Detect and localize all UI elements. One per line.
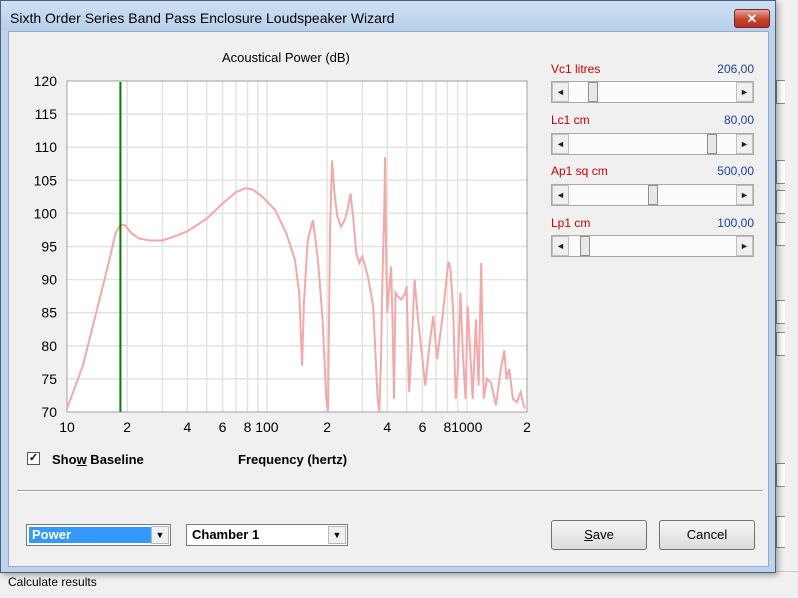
slider-thumb[interactable] — [579, 236, 590, 256]
param-value-vc1: 206,00 — [717, 62, 754, 76]
y-tick-label: 80 — [41, 338, 57, 354]
chamber-select-value: Chamber 1 — [192, 527, 260, 542]
x-tick-label: 100 — [255, 419, 279, 435]
y-tick-label: 90 — [41, 272, 57, 288]
slider-thumb[interactable] — [587, 82, 598, 102]
x-tick-label: 6 — [419, 419, 427, 435]
slider-lc1[interactable]: ◄ ► — [551, 133, 754, 155]
param-value-lc1: 80,00 — [723, 113, 754, 127]
chamber-select[interactable]: Chamber 1 ▼ — [186, 524, 348, 546]
y-tick-label: 75 — [41, 371, 57, 387]
y-tick-label: 70 — [41, 404, 57, 420]
y-tick-label: 120 — [34, 73, 58, 89]
label-part: Sho — [52, 452, 77, 467]
arrow-left-icon[interactable]: ◄ — [552, 185, 569, 205]
checkbox-box[interactable]: ✓ — [27, 452, 40, 465]
param-label-ap1: Ap1 sq cm — [551, 164, 608, 178]
x-tick-label: 6 — [219, 419, 227, 435]
close-button[interactable]: ✕ — [734, 9, 770, 28]
divider — [17, 490, 763, 492]
x-tick-label: 2 — [123, 419, 131, 435]
background-button — [776, 516, 785, 548]
y-tick-label: 85 — [41, 305, 57, 321]
check-icon: ✓ — [28, 452, 39, 464]
param-value-ap1: 500,00 — [717, 164, 754, 178]
x-tick-label: 4 — [183, 419, 191, 435]
x-tick-label: 2 — [523, 419, 531, 435]
x-tick-label: 8 — [244, 419, 252, 435]
slider-lp1[interactable]: ◄ ► — [551, 235, 754, 257]
x-tick-label: 10 — [59, 419, 75, 435]
status-text: Calculate results — [8, 575, 97, 589]
arrow-left-icon[interactable]: ◄ — [552, 134, 569, 154]
x-tick-label: 2 — [323, 419, 331, 435]
background-field — [776, 160, 785, 184]
show-baseline-label: Show Baseline — [52, 452, 144, 467]
close-icon: ✕ — [746, 11, 758, 26]
param-label-lp1: Lp1 cm — [551, 216, 591, 230]
background-field — [776, 332, 785, 356]
param-label-lc1: Lc1 cm — [551, 113, 590, 127]
arrow-left-icon[interactable]: ◄ — [552, 236, 569, 256]
save-button[interactable]: Save — [551, 520, 647, 550]
y-tick-label: 105 — [34, 172, 58, 188]
param-label-vc1: Vc1 litres — [551, 62, 601, 76]
background-field — [776, 222, 785, 246]
arrow-right-icon[interactable]: ► — [736, 236, 753, 256]
x-axis-label: Frequency (hertz) — [238, 452, 348, 467]
x-tick-label: 4 — [383, 419, 391, 435]
background-field — [776, 190, 785, 214]
background-field — [776, 300, 785, 324]
slider-thumb[interactable] — [707, 134, 718, 154]
acoustical-power-chart: 70758085909510010511011512010 2 4 6 8 100 2 4 6 8… — [34, 73, 531, 435]
y-tick-label: 115 — [35, 106, 58, 122]
arrow-left-icon[interactable]: ◄ — [552, 82, 569, 102]
slider-vc1[interactable]: ◄ ► — [551, 81, 754, 103]
accelerator-key: w — [76, 452, 87, 467]
chevron-down-icon[interactable]: ▼ — [151, 526, 169, 544]
chevron-down-icon[interactable]: ▼ — [328, 526, 346, 544]
label-part: Baseline — [86, 452, 144, 467]
arrow-right-icon[interactable]: ► — [736, 82, 753, 102]
param-value-lp1: 100,00 — [717, 216, 754, 230]
background-field — [776, 80, 785, 104]
accelerator-key: S — [584, 527, 593, 542]
mode-select-value: Power — [29, 527, 151, 543]
arrow-right-icon[interactable]: ► — [736, 185, 753, 205]
slider-ap1[interactable]: ◄ ► — [551, 184, 754, 206]
mode-select[interactable]: Power ▼ — [26, 524, 171, 546]
cancel-button[interactable]: Cancel — [659, 520, 755, 550]
y-tick-label: 100 — [34, 205, 58, 221]
save-label: ave — [592, 527, 614, 542]
background-field — [776, 463, 785, 487]
y-tick-label: 110 — [35, 139, 58, 155]
y-tick-label: 95 — [41, 239, 57, 255]
x-tick-label: 1000 — [451, 419, 482, 435]
slider-thumb[interactable] — [647, 185, 658, 205]
arrow-right-icon[interactable]: ► — [736, 134, 753, 154]
status-bar: Calculate results — [0, 571, 798, 598]
